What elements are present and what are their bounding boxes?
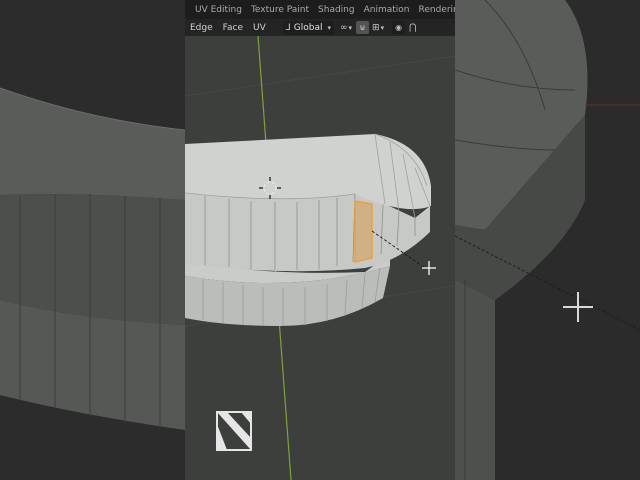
transform-orientation-dropdown[interactable]: ⅃ Global ▾ [282,20,335,35]
workspace-tabs: UV Editing Texture Paint Shading Animati… [185,0,455,19]
tab-animation[interactable]: Animation [364,5,410,15]
snap-increment-icon[interactable]: ⊞ [372,23,380,33]
falloff-curve-icon[interactable]: ⋂ [409,23,416,33]
tab-uv-editing[interactable]: UV Editing [195,5,242,15]
viewport-header: Edge Face UV ⅃ Global ▾ ∞ ▾ ⊍ ⊞ ▾ ◉ ⋂ [185,19,455,36]
chevron-down-icon: ▾ [327,23,332,32]
menu-uv[interactable]: UV [253,23,266,33]
move-cursor-icon [422,261,436,275]
background-viewport-left [0,0,185,480]
selected-face [354,200,373,263]
chevron-down-icon[interactable]: ▾ [381,24,385,32]
background-viewport-right [455,0,640,480]
blender-window: UV Editing Texture Paint Shading Animati… [185,0,455,480]
tab-rendering[interactable]: Rendering [418,5,455,15]
proportional-edit-icon[interactable]: ◉ [392,21,406,34]
tab-shading[interactable]: Shading [318,5,355,15]
magnet-snap-icon[interactable]: ⊍ [356,21,370,34]
chevron-down-icon[interactable]: ▾ [349,24,353,32]
transform-orientation-value: Global [293,22,323,33]
channel-logo-icon [216,411,252,451]
transform-axes-icon: ⅃ [285,22,291,33]
pivot-link-icon[interactable]: ∞ [340,23,348,33]
menu-edge[interactable]: Edge [190,23,213,33]
menu-face[interactable]: Face [223,23,243,33]
move-cursor-icon [563,292,593,322]
tab-texture-paint[interactable]: Texture Paint [251,5,309,15]
